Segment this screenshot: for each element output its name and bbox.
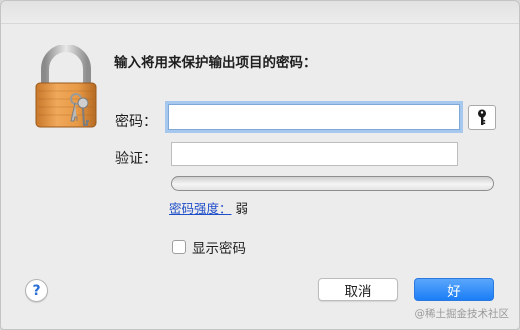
help-icon: ? xyxy=(32,282,41,299)
password-dialog: 输入将用来保护输出项目的密码： 密码： 验证： 密码强度：弱 显示密码 ? 取消… xyxy=(0,0,520,330)
padlock-keys-icon xyxy=(35,45,97,128)
show-password-label: 显示密码 xyxy=(192,241,246,257)
show-password-checkbox[interactable] xyxy=(172,240,186,254)
password-field[interactable] xyxy=(168,104,460,130)
strength-meter xyxy=(171,176,494,191)
cancel-button[interactable]: 取消 xyxy=(318,278,398,301)
dialog-titlebar xyxy=(1,1,519,24)
strength-value: 弱 xyxy=(235,201,249,216)
key-icon xyxy=(478,109,486,125)
help-button[interactable]: ? xyxy=(25,279,48,302)
dialog-headline: 输入将用来保护输出项目的密码： xyxy=(114,55,317,71)
show-password-row[interactable]: 显示密码 xyxy=(172,237,246,257)
password-assistant-button[interactable] xyxy=(468,105,496,130)
verify-field[interactable] xyxy=(171,142,458,166)
watermark: @稀土掘金技术社区 xyxy=(414,308,510,320)
verify-label: 验证： xyxy=(115,151,157,167)
password-label: 密码： xyxy=(115,114,157,130)
strength-link[interactable]: 密码强度： xyxy=(169,201,232,216)
ok-button[interactable]: 好 xyxy=(414,278,494,301)
strength-row: 密码强度：弱 xyxy=(169,198,248,217)
